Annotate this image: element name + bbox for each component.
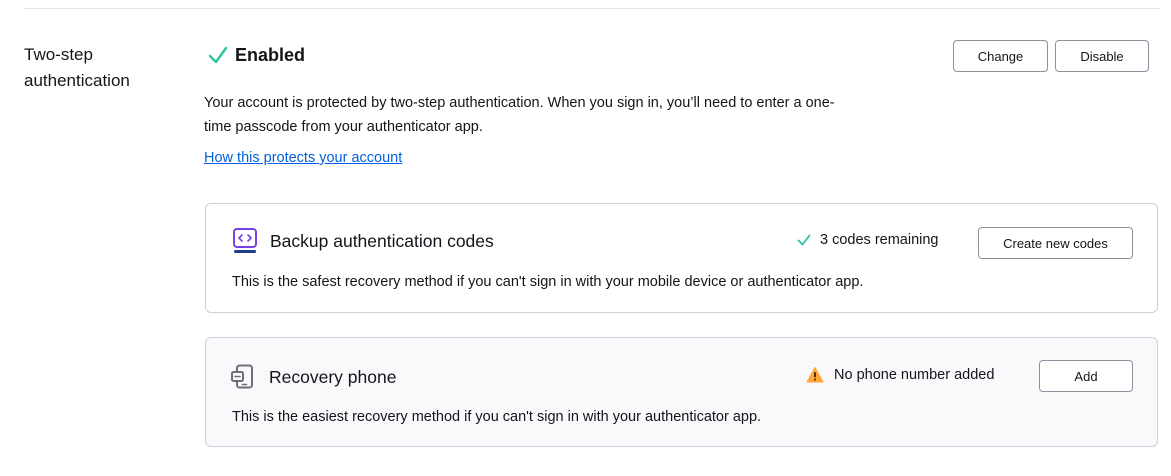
recovery-phone-card: Recovery phone No phone number added Thi… [205,337,1158,447]
backup-codes-title: Backup authentication codes [270,231,494,251]
disable-button[interactable]: Disable [1055,40,1149,72]
two-step-description: Your account is protected by two-step au… [204,95,835,135]
create-new-codes-button[interactable]: Create new codes [978,227,1133,259]
recovery-phone-description: This is the easiest recovery method if y… [232,409,762,425]
section-divider [24,8,1160,9]
warning-icon [806,367,824,383]
check-icon [797,234,811,246]
recovery-phone-status-text: No phone number added [834,367,995,383]
two-step-status: Enabled [207,44,305,66]
recovery-phone-title: Recovery phone [269,367,397,387]
check-icon [208,46,228,64]
backup-codes-status-text: 3 codes remaining [820,232,939,248]
backup-codes-description: This is the safest recovery method if yo… [232,274,864,290]
status-text: Enabled [235,44,306,65]
recovery-phone-status: No phone number added [806,366,994,384]
learn-more-link[interactable]: How this protects your account [204,150,402,166]
phone-icon [231,364,253,389]
backup-codes-status: 3 codes remaining [796,232,939,248]
backup-codes-icon [233,228,257,253]
section-label: Two-step authentication [24,45,130,90]
change-button[interactable]: Change [953,40,1048,72]
add-phone-button[interactable]: Add [1039,360,1133,392]
